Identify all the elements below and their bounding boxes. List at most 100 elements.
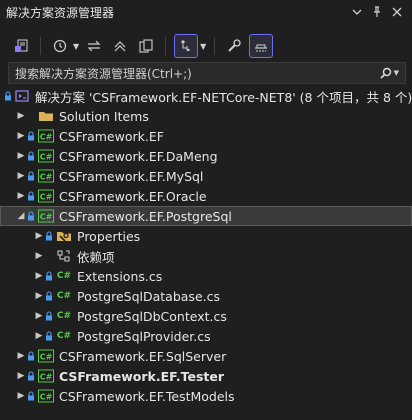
- search-options-icon[interactable]: ▼: [394, 69, 399, 77]
- chevron-right-icon[interactable]: ▶: [34, 231, 44, 241]
- lock-icon: [26, 351, 36, 361]
- lock-icon: [26, 151, 36, 161]
- toolbar: ▼ ▼: [0, 28, 412, 64]
- tree-node-label: Properties: [77, 228, 141, 244]
- lock-icon: [44, 271, 54, 281]
- lock-icon: [44, 311, 54, 321]
- tree-node-dependencies[interactable]: ▶ 依赖项: [0, 246, 412, 266]
- tree-node-project[interactable]: ▶ C# CSFramework.EF.TestModels: [0, 386, 412, 406]
- collapse-all-icon[interactable]: [109, 35, 131, 57]
- history-dropdown-icon[interactable]: ▼: [73, 42, 79, 51]
- show-all-files-icon[interactable]: [135, 35, 157, 57]
- filter-pending-changes-icon[interactable]: [174, 34, 199, 58]
- chevron-right-icon[interactable]: ▶: [34, 311, 44, 321]
- lock-icon: [26, 371, 36, 381]
- chevron-down-icon[interactable]: ◢: [16, 211, 26, 221]
- properties-folder-icon: [56, 229, 72, 243]
- svg-text:C#: C#: [40, 353, 53, 362]
- csharp-project-icon: C#: [38, 129, 54, 143]
- chevron-right-icon[interactable]: ▶: [16, 391, 26, 401]
- history-icon[interactable]: [49, 35, 71, 57]
- dependencies-icon: [56, 249, 72, 263]
- tree-node-label: CSFramework.EF.Tester: [59, 368, 225, 384]
- tree-node-label: CSFramework.EF.TestModels: [59, 388, 235, 404]
- switch-views-icon[interactable]: [10, 35, 32, 57]
- tree-node-label: CSFramework.EF.Oracle: [59, 188, 207, 204]
- chevron-right-icon[interactable]: ▶: [34, 251, 44, 261]
- chevron-right-icon[interactable]: ▶: [16, 351, 26, 361]
- svg-text:C#: C#: [40, 373, 53, 382]
- tree-node-label: CSFramework.EF.PostgreSql: [59, 208, 232, 224]
- tree-node-project[interactable]: ▶ C# CSFramework.EF.DaMeng: [0, 146, 412, 166]
- lock-icon: [4, 91, 12, 101]
- solution-label: 解决方案 'CSFramework.EF-NETCore-NET8' (8 个项…: [35, 89, 412, 105]
- tree-node-startup-project[interactable]: ▶ C# CSFramework.EF.Tester: [0, 366, 412, 386]
- csharp-file-icon: C#: [56, 311, 72, 321]
- tree-node-label: PostgreSqlProvider.cs: [77, 328, 211, 344]
- pin-icon[interactable]: [368, 3, 386, 21]
- toolbar-separator: [165, 37, 167, 55]
- lock-icon: [26, 391, 36, 401]
- lock-icon: [26, 211, 36, 221]
- tree-node-project[interactable]: ▶ C# CSFramework.EF.MySql: [0, 166, 412, 186]
- search-icon[interactable]: ▼: [377, 67, 399, 79]
- title-bar: 解决方案资源管理器: [0, 0, 412, 24]
- svg-text:C#: C#: [40, 153, 53, 162]
- tree-node-project[interactable]: ▶ C# CSFramework.EF: [0, 126, 412, 146]
- chevron-right-icon[interactable]: ▶: [16, 151, 26, 161]
- svg-text:C#: C#: [40, 193, 53, 202]
- tree-node-project-selected[interactable]: ◢ C# CSFramework.EF.PostgreSql: [0, 206, 412, 226]
- folder-icon: [38, 109, 54, 123]
- tree-node-label: CSFramework.EF.SqlServer: [59, 348, 227, 364]
- csharp-file-icon: C#: [56, 271, 72, 281]
- filter-dropdown-icon[interactable]: ▼: [200, 42, 206, 51]
- tree-node-label: CSFramework.EF.MySql: [59, 168, 204, 184]
- chevron-right-icon[interactable]: ▶: [16, 131, 26, 141]
- svg-text:C#: C#: [40, 393, 53, 402]
- toolbar-separator: [214, 37, 216, 55]
- lock-icon: [26, 131, 36, 141]
- solution-explorer-panel: 解决方案资源管理器 ▼ ▼ 搜索解决方案资源管理器(Ctrl+;) ▼ 解决方案…: [0, 0, 412, 420]
- lock-icon: [44, 231, 54, 241]
- chevron-right-icon[interactable]: ▶: [16, 171, 26, 181]
- solution-node[interactable]: 解决方案 'CSFramework.EF-NETCore-NET8' (8 个项…: [0, 86, 412, 106]
- tree-node-cs-file[interactable]: ▶ C# PostgreSqlDatabase.cs: [0, 286, 412, 306]
- csharp-file-icon: C#: [56, 331, 72, 341]
- sync-icon[interactable]: [83, 35, 105, 57]
- chevron-right-icon[interactable]: ▶: [16, 111, 26, 121]
- tree-node-label: CSFramework.EF: [59, 128, 164, 144]
- csharp-project-icon: C#: [38, 369, 54, 383]
- close-icon[interactable]: [388, 3, 406, 21]
- tree-node-label: Solution Items: [59, 108, 149, 124]
- chevron-right-icon[interactable]: ▶: [34, 331, 44, 341]
- svg-text:C#: C#: [40, 173, 53, 182]
- tree-node-cs-file[interactable]: ▶ C# PostgreSqlDbContext.cs: [0, 306, 412, 326]
- csharp-project-icon: C#: [38, 349, 54, 363]
- chevron-right-icon[interactable]: ▶: [16, 371, 26, 381]
- panel-title: 解决方案资源管理器: [6, 5, 115, 20]
- properties-wrench-icon[interactable]: [223, 35, 245, 57]
- preview-selected-items-icon[interactable]: [249, 34, 274, 58]
- lock-icon: [44, 291, 54, 301]
- toolbar-separator: [40, 37, 41, 55]
- tree-node-label: PostgreSqlDbContext.cs: [77, 308, 227, 324]
- lock-icon: [44, 331, 54, 341]
- lock-icon: [26, 171, 36, 181]
- chevron-right-icon[interactable]: ▶: [34, 291, 44, 301]
- tree-node-cs-file[interactable]: ▶ C# Extensions.cs: [0, 266, 412, 286]
- tree-node-solution-items[interactable]: ▶ Solution Items: [0, 106, 412, 126]
- lock-icon: [26, 191, 36, 201]
- tree-node-properties[interactable]: ▶ Properties: [0, 226, 412, 246]
- tree-node-label: 依赖项: [77, 249, 115, 265]
- chevron-right-icon[interactable]: ▶: [34, 271, 44, 281]
- solution-icon: [14, 89, 30, 103]
- chevron-down-icon[interactable]: [348, 3, 366, 21]
- svg-text:C#: C#: [40, 213, 53, 222]
- chevron-right-icon[interactable]: ▶: [16, 191, 26, 201]
- tree-node-project[interactable]: ▶ C# CSFramework.EF.Oracle: [0, 186, 412, 206]
- tree-node-project[interactable]: ▶ C# CSFramework.EF.SqlServer: [0, 346, 412, 366]
- search-input[interactable]: 搜索解决方案资源管理器(Ctrl+;): [15, 65, 377, 82]
- tree-node-cs-file[interactable]: ▶ C# PostgreSqlProvider.cs: [0, 326, 412, 346]
- search-box[interactable]: 搜索解决方案资源管理器(Ctrl+;) ▼: [8, 62, 406, 84]
- csharp-file-icon: C#: [56, 291, 72, 301]
